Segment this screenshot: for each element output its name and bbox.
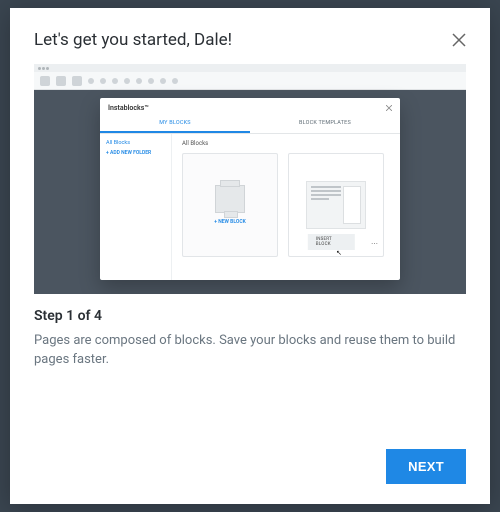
next-button[interactable]: NEXT [386, 449, 466, 484]
tab-my-blocks: MY BLOCKS [100, 115, 250, 133]
instablocks-panel: Instablocks™ MY BLOCKS BLOCK TEMPLATES A… [100, 98, 400, 280]
block-shape-icon [215, 185, 245, 213]
step-description: Pages are composed of blocks. Save your … [34, 332, 466, 370]
step-label: Step 1 of 4 [34, 308, 466, 324]
instablocks-close-icon [386, 105, 392, 111]
block-cards: + NEW BLOCK INSERT BLOCK ↖ ⋯ [182, 153, 390, 274]
sidebar-all-blocks: All Blocks [106, 140, 165, 146]
new-block-label: + NEW BLOCK [214, 219, 246, 225]
onboarding-modal: Let's get you started, Dale! Instablocks… [10, 8, 490, 504]
instablocks-sidebar: All Blocks + ADD NEW FOLDER [100, 134, 172, 280]
tab-block-templates: BLOCK TEMPLATES [250, 115, 400, 133]
new-block-card: + NEW BLOCK [182, 153, 278, 257]
modal-footer: NEXT [34, 449, 466, 484]
editor-toolbar [34, 72, 466, 90]
instablocks-main: All Blocks + NEW BLOCK [172, 134, 400, 280]
modal-title: Let's get you started, Dale! [34, 30, 232, 50]
instablocks-tabs: MY BLOCKS BLOCK TEMPLATES [100, 115, 400, 134]
editor-topbar [34, 64, 466, 72]
insert-block-button: INSERT BLOCK [308, 234, 355, 250]
sidebar-add-folder: + ADD NEW FOLDER [106, 150, 165, 156]
close-icon[interactable] [452, 33, 466, 47]
cursor-icon: ↖ [336, 249, 342, 257]
main-all-blocks-label: All Blocks [182, 140, 390, 147]
mini-page-preview [306, 181, 366, 229]
illustration-screenshot: Instablocks™ MY BLOCKS BLOCK TEMPLATES A… [34, 64, 466, 294]
instablocks-title: Instablocks™ [108, 104, 149, 112]
more-dots-icon: ⋯ [371, 240, 379, 248]
instablocks-body: All Blocks + ADD NEW FOLDER All Blocks +… [100, 134, 400, 280]
block-preview-card: INSERT BLOCK ↖ ⋯ [288, 153, 384, 257]
modal-header: Let's get you started, Dale! [34, 30, 466, 50]
instablocks-header: Instablocks™ [100, 98, 400, 115]
